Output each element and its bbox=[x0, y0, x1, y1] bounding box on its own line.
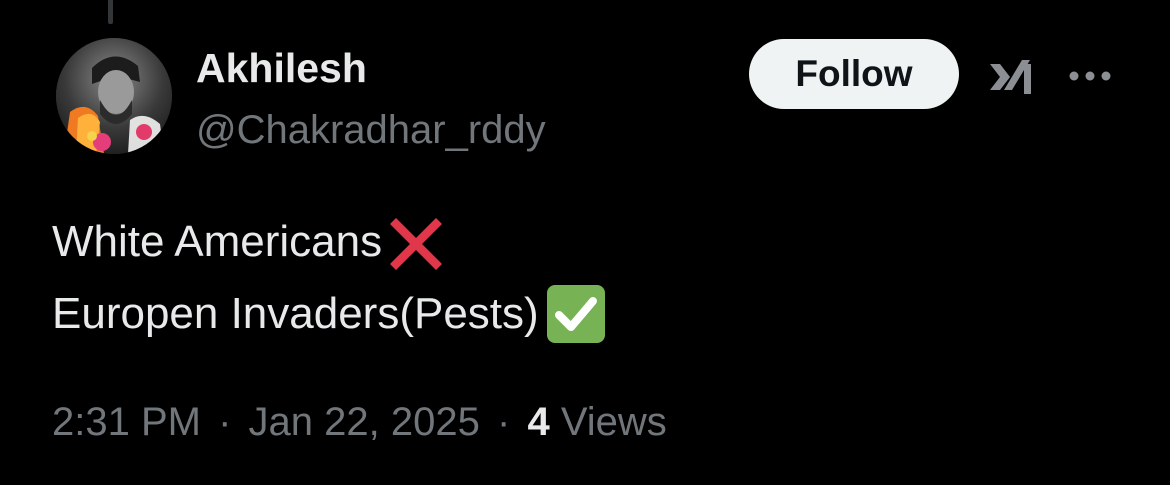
meta-separator: · bbox=[218, 400, 232, 444]
follow-button[interactable]: Follow bbox=[749, 39, 959, 109]
more-options-icon[interactable] bbox=[1066, 68, 1114, 84]
thread-connector-line bbox=[108, 0, 113, 24]
cross-mark-emoji-icon bbox=[386, 212, 446, 272]
display-name[interactable]: Akhilesh bbox=[196, 44, 367, 92]
tweet-date[interactable]: Jan 22, 2025 bbox=[249, 400, 480, 444]
tweet-line-2-text: Europen Invaders(Pests) bbox=[52, 289, 539, 338]
views-label[interactable]: Views bbox=[561, 400, 667, 444]
user-handle[interactable]: @Chakradhar_rddy bbox=[196, 106, 546, 154]
grok-icon[interactable] bbox=[988, 54, 1036, 98]
meta-separator: · bbox=[496, 400, 511, 444]
tweet-line-1: White Americans bbox=[52, 206, 607, 278]
avatar[interactable] bbox=[56, 38, 172, 154]
tweet-time[interactable]: 2:31 PM bbox=[52, 400, 201, 444]
tweet-line-1-text: White Americans bbox=[52, 217, 383, 266]
tweet-metadata: 2:31 PM · Jan 22, 2025 · 4 Views bbox=[52, 396, 667, 448]
tweet-line-2: Europen Invaders(Pests) bbox=[52, 278, 607, 350]
tweet-text: White Americans Europen Invaders(Pests) bbox=[52, 206, 607, 350]
views-count[interactable]: 4 bbox=[527, 400, 549, 444]
check-mark-emoji-icon bbox=[545, 283, 607, 345]
